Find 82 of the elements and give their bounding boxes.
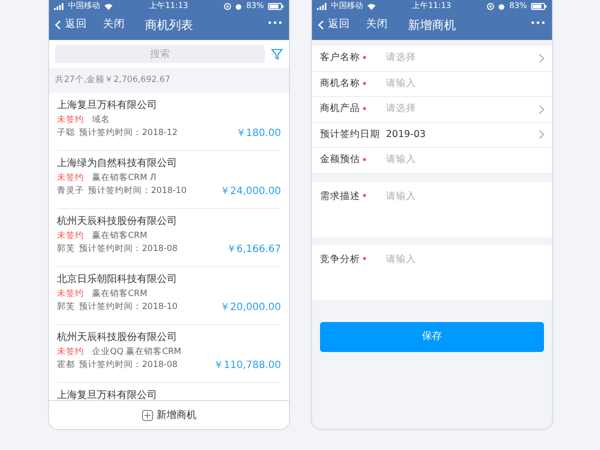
product-tags: 企业QQ 赢在销客CRM bbox=[92, 346, 182, 359]
battery-icon bbox=[531, 2, 547, 10]
battery-percent: 83% bbox=[509, 0, 527, 12]
expected-date: 预计签约时间：2018-08 bbox=[79, 358, 178, 372]
select-field[interactable]: 2019-03 bbox=[386, 128, 539, 142]
product-tags: 域名 bbox=[92, 114, 110, 127]
input-row[interactable]: 金额预估 请输入 bbox=[312, 148, 552, 174]
search-field[interactable]: 搜索 bbox=[55, 45, 265, 63]
owner-name: 郭芙 bbox=[57, 300, 75, 314]
company-name[interactable]: 上海复旦万科有限公司 bbox=[57, 96, 281, 114]
location-icon bbox=[487, 2, 494, 10]
input-field[interactable]: 请输入 bbox=[386, 153, 544, 168]
screen-title: 新增商机 bbox=[408, 18, 456, 32]
plus-square-icon bbox=[142, 410, 152, 420]
chevron-right-icon bbox=[539, 54, 544, 63]
status-label: 未签约 bbox=[57, 172, 84, 185]
amount: ￥20,000.00 bbox=[220, 300, 281, 314]
select-row[interactable]: 预计签约日期 2019-03 bbox=[312, 122, 552, 148]
signal-icon bbox=[317, 2, 327, 10]
select-row[interactable]: 客户名称 请选择 bbox=[312, 46, 552, 72]
owner-name: 郭芙 bbox=[57, 242, 75, 256]
status-label: 未签约 bbox=[57, 288, 84, 301]
input-field[interactable]: 请输入 bbox=[386, 76, 544, 91]
company-name[interactable]: 上海复旦万科有限公司 bbox=[57, 386, 281, 400]
field-label: 商机名称 bbox=[320, 78, 360, 89]
owner-name: 青灵子 bbox=[57, 184, 84, 198]
wifi-icon bbox=[367, 2, 376, 10]
company-name[interactable]: 北京日乐朝阳科技有限公司 bbox=[57, 270, 281, 288]
signal-icon bbox=[54, 2, 64, 10]
amount: ￥110,788.00 bbox=[214, 358, 281, 372]
status-label: 未签约 bbox=[57, 346, 84, 359]
owner-name: 子聪 bbox=[57, 126, 75, 140]
text-area-row[interactable]: 竞争分析 请输入 bbox=[312, 244, 552, 300]
field-label: 金额预估 bbox=[320, 154, 360, 166]
company-name[interactable]: 上海绿为自然科技有限公司 bbox=[57, 154, 281, 172]
carrier-name: 中国移动 bbox=[68, 0, 100, 12]
add-opportunity-button[interactable]: 新增商机 bbox=[142, 408, 196, 422]
summary-text: 共27个,金额￥2,706,692.67 bbox=[54, 74, 172, 87]
product-tags: 赢在销客CRM bbox=[92, 230, 148, 243]
product-tags: 赢在销客CRM Л bbox=[92, 172, 156, 185]
field-label: 客户名称 bbox=[320, 52, 360, 64]
status-label: 未签约 bbox=[57, 230, 84, 243]
select-row[interactable]: 商机产品 请选择 bbox=[312, 97, 552, 122]
amount: ￥180.00 bbox=[236, 126, 281, 140]
company-name[interactable]: 杭州天辰科技股份有限公司 bbox=[57, 328, 281, 346]
close-link[interactable]: 关闭 bbox=[103, 17, 125, 33]
screen-title: 商机列表 bbox=[145, 18, 193, 32]
chevron-left-icon bbox=[318, 20, 324, 30]
more-button[interactable]: ••• bbox=[530, 18, 546, 32]
select-field[interactable]: 请选择 bbox=[386, 51, 539, 66]
expected-date: 预计签约时间：2018-10 bbox=[88, 184, 187, 198]
chevron-right-icon bbox=[539, 104, 544, 114]
status-time: 上午11:13 bbox=[149, 1, 188, 10]
text-area-row[interactable]: 需求描述 请输入 bbox=[312, 182, 552, 236]
company-name[interactable]: 杭州天辰科技股份有限公司 bbox=[57, 212, 281, 230]
chevron-left-icon bbox=[55, 20, 61, 30]
close-link[interactable]: 关闭 bbox=[366, 17, 388, 33]
expected-date: 预计签约时间：2018-08 bbox=[79, 242, 178, 256]
battery-percent: 83% bbox=[246, 0, 264, 12]
more-button[interactable]: ••• bbox=[267, 18, 283, 32]
expected-date: 预计签约时间：2018-10 bbox=[79, 300, 178, 314]
location-icon bbox=[224, 2, 232, 10]
field-label: 商机产品 bbox=[320, 103, 360, 114]
chevron-right-icon bbox=[539, 130, 544, 140]
amount: ￥6,166.67 bbox=[226, 242, 281, 256]
field-label: 预计签约日期 bbox=[320, 128, 380, 140]
expected-date: 预计签约时间：2018-12 bbox=[79, 126, 178, 140]
battery-icon bbox=[268, 2, 284, 10]
product-tags: 赢在销客CRM bbox=[92, 288, 148, 301]
status-label: 未签约 bbox=[57, 114, 84, 127]
filter-icon[interactable] bbox=[271, 48, 283, 60]
wifi-icon bbox=[104, 2, 113, 10]
amount: ￥24,000.00 bbox=[220, 184, 281, 198]
owner-name: 霍都 bbox=[57, 358, 75, 372]
field-label: 需求描述 bbox=[320, 190, 360, 202]
carrier-name: 中国移动 bbox=[331, 0, 363, 12]
status-time: 上午11:13 bbox=[412, 1, 452, 10]
field-label: 竞争分析 bbox=[320, 254, 360, 264]
input-row[interactable]: 商机名称 请输入 bbox=[312, 72, 552, 97]
back-button[interactable]: 返回 bbox=[318, 17, 350, 33]
back-button[interactable]: 返回 bbox=[55, 17, 87, 33]
select-field[interactable]: 请选择 bbox=[386, 102, 539, 116]
